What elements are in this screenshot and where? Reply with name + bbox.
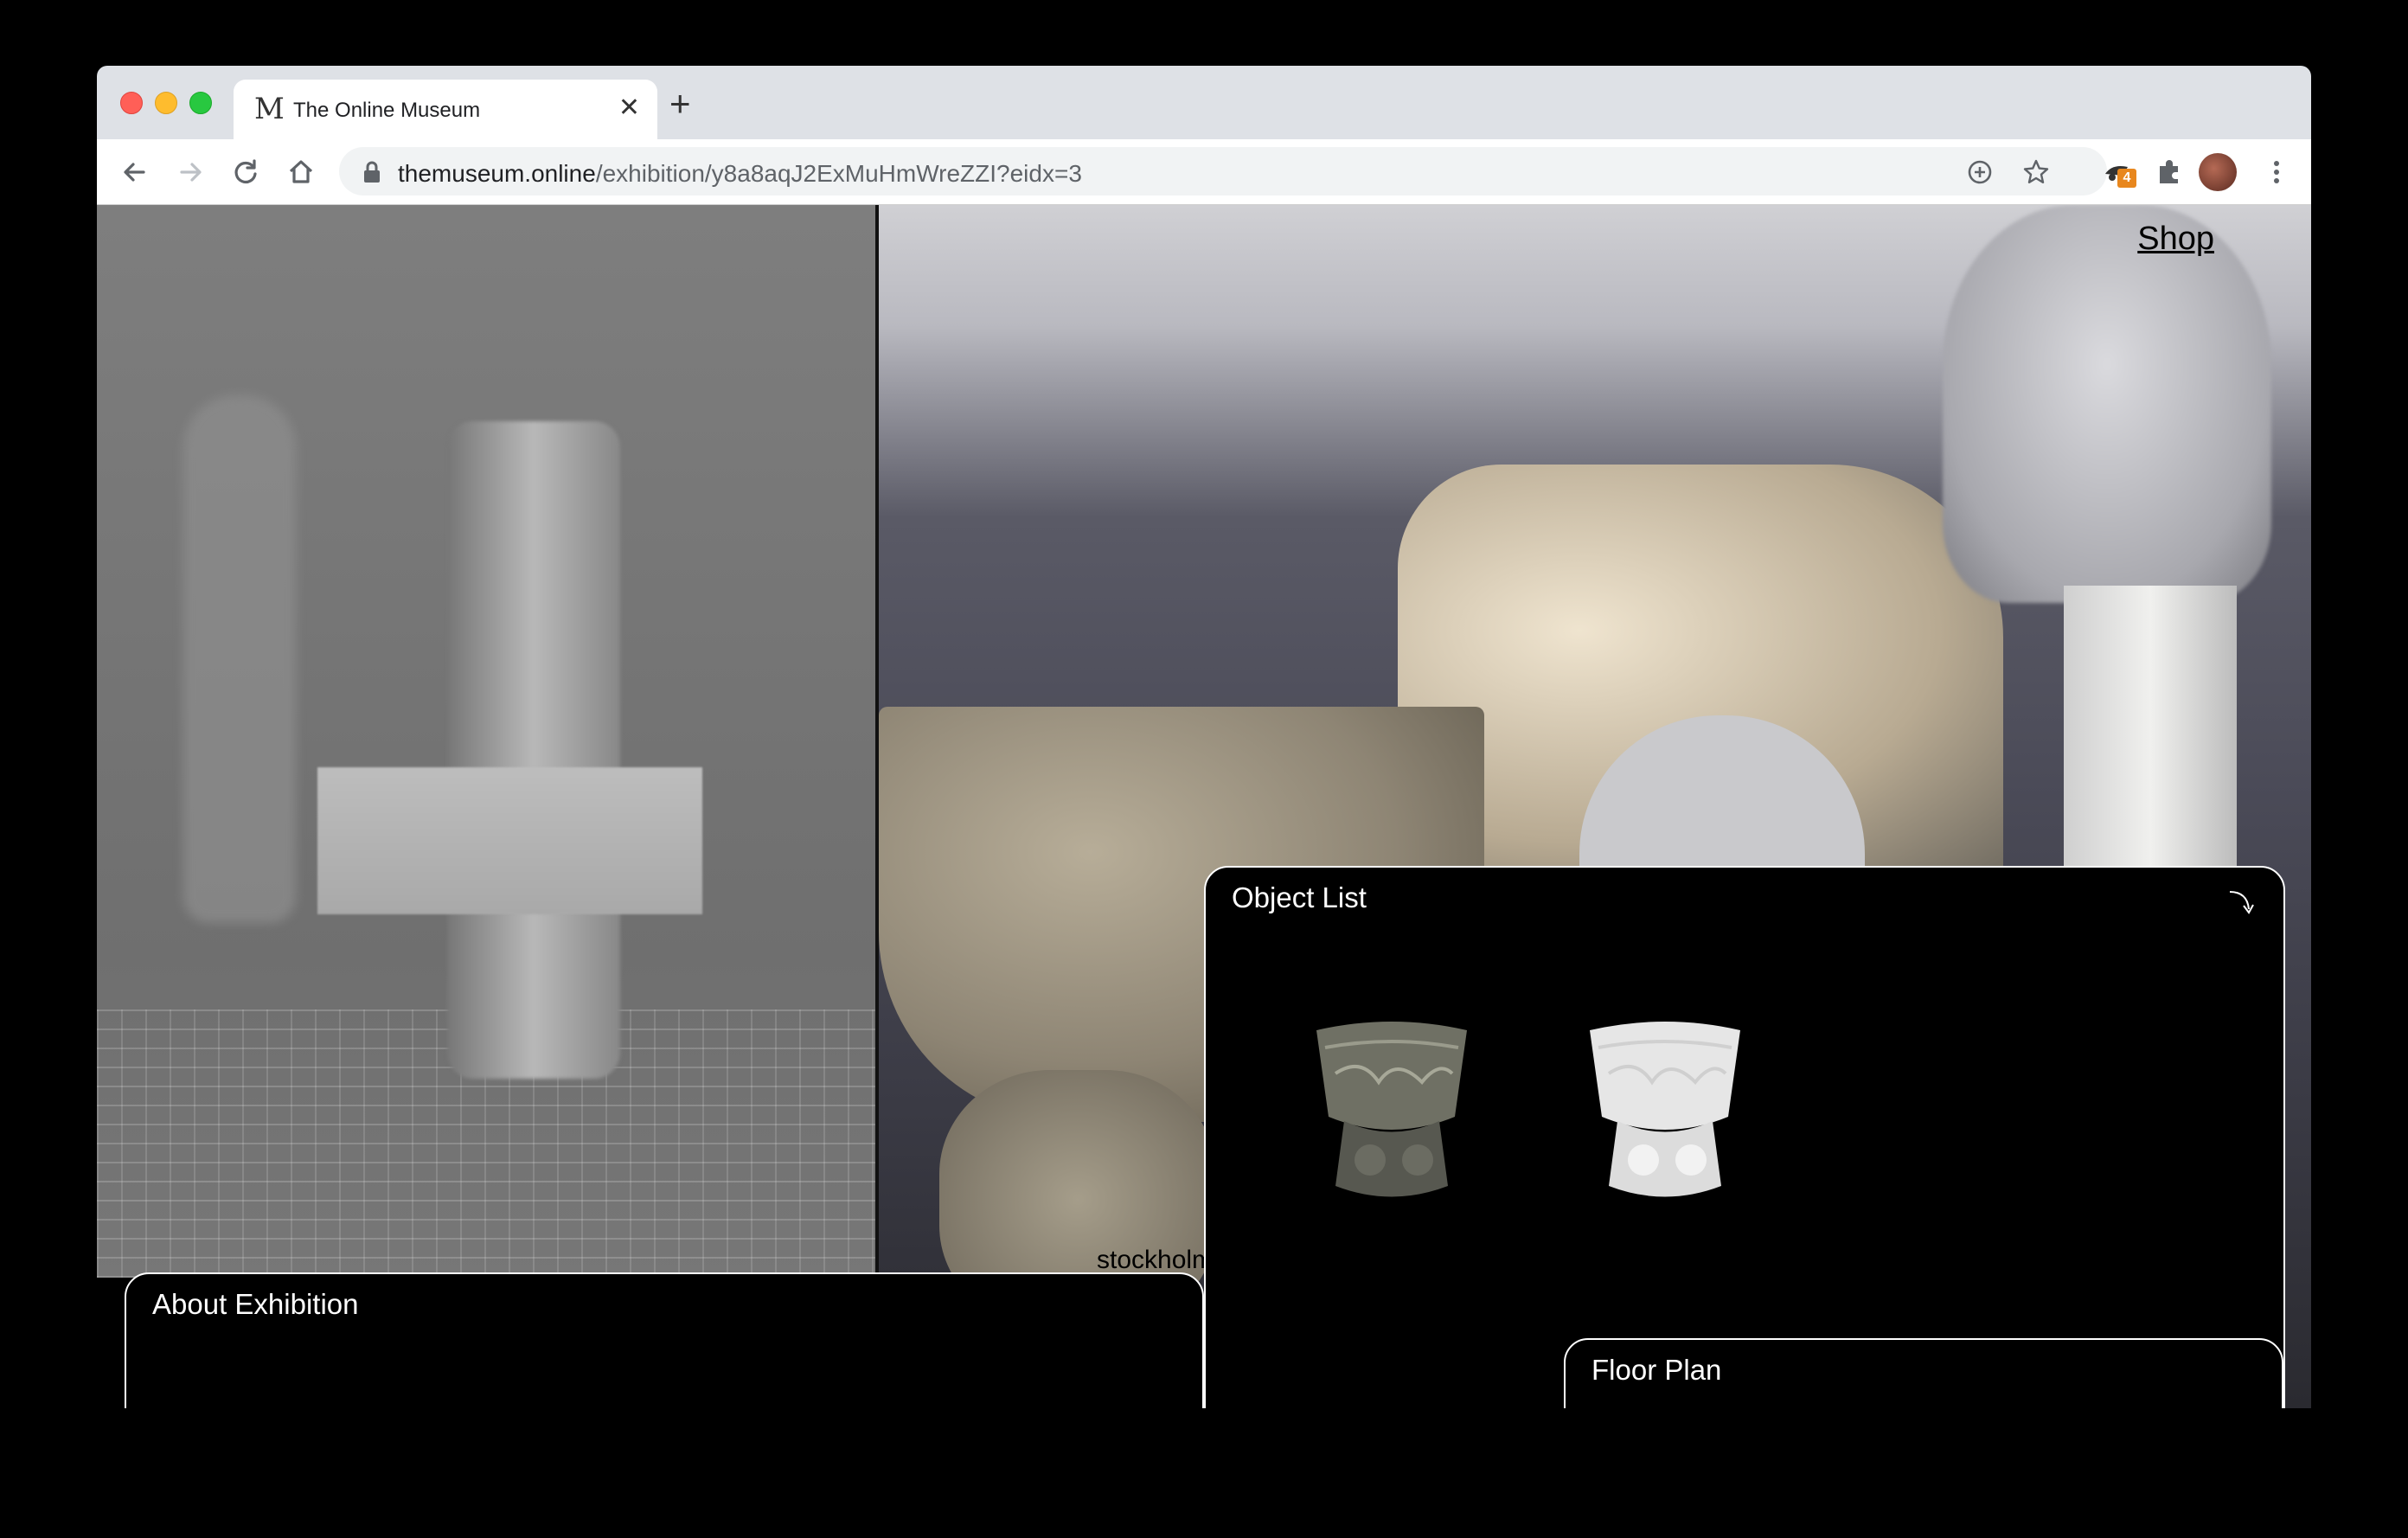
browser-window: M The Online Museum ✕ + themuseum.online… [97,66,2311,1408]
avatar[interactable] [2199,153,2237,191]
url-domain: themuseum.online [398,160,596,187]
reload-icon[interactable] [228,155,263,189]
add-to-page-icon[interactable] [1965,157,1995,187]
back-icon[interactable] [118,155,152,189]
minimize-window-button[interactable] [155,92,177,114]
about-exhibition-panel[interactable]: About Exhibition [125,1272,1204,1408]
floor-plan-panel[interactable]: Floor Plan [1564,1338,2283,1408]
home-icon[interactable] [284,155,318,189]
bookmark-star-icon[interactable] [2021,157,2051,187]
forward-icon[interactable] [173,155,208,189]
page-content: Shop stockholm About Exhibition Object L… [97,205,2311,1408]
lock-icon [364,161,380,183]
about-exhibition-title: About Exhibition [152,1288,359,1320]
tab-title: The Online Museum [293,99,481,122]
museum-favicon-icon: M [254,92,285,126]
browser-tab[interactable]: M The Online Museum ✕ [234,80,657,139]
stone-slab-model [317,767,702,914]
object-list-panel: Object List [1204,866,2285,1408]
close-tab-icon[interactable]: ✕ [618,93,640,123]
statue-sculpture [1943,205,2271,603]
puzzle-icon[interactable] [2152,155,2187,189]
address-bar[interactable]: themuseum.online/exhibition/y8a8aqJ2ExMu… [339,147,2107,195]
maximize-window-button[interactable] [189,92,212,114]
carved-pillar-model [447,421,620,1079]
browser-toolbar: themuseum.online/exhibition/y8a8aqJ2ExMu… [97,139,2311,205]
url-path: /exhibition/y8a8aqJ2ExMuHmWreZZI?eidx=3 [595,160,1082,187]
object-thumbnail-white[interactable] [1583,1013,1747,1203]
object-thumbnail-textured[interactable] [1310,1013,1474,1203]
statue-model [183,395,296,923]
floor-plan-title: Floor Plan [1591,1354,1722,1386]
object-list-title: Object List [1232,881,1367,913]
object-caption: stockholm [1097,1246,1209,1274]
tab-bar: M The Online Museum ✕ + [97,66,2311,139]
collapse-arrow-icon[interactable] [2226,887,2258,918]
url-text[interactable]: themuseum.online/exhibition/y8a8aqJ2ExMu… [398,160,1082,188]
kebab-menu-icon[interactable] [2259,155,2294,189]
new-tab-button[interactable]: + [669,86,691,122]
shop-link[interactable]: Shop [2137,221,2214,258]
close-window-button[interactable] [120,92,143,114]
extension-badge: 4 [2117,169,2136,188]
gray-3d-viewport[interactable] [97,205,875,1278]
